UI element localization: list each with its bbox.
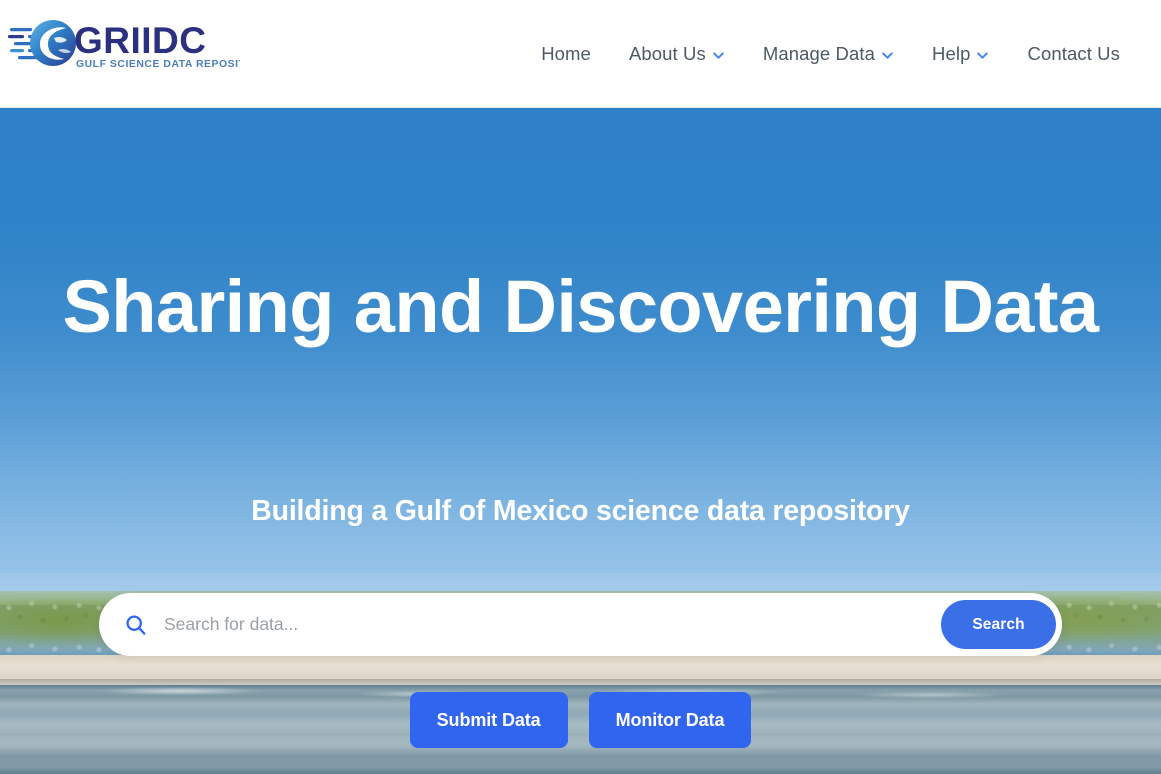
site-header: GRIIDC GULF SCIENCE DATA REPOSITORY Home… [0, 0, 1161, 108]
nav-label: Help [932, 43, 971, 64]
search-input[interactable] [148, 614, 941, 635]
nav-item-contact-us[interactable]: Contact Us [1008, 35, 1139, 73]
nav-label: Home [541, 43, 591, 64]
chevron-down-icon [881, 49, 894, 62]
search-button[interactable]: Search [941, 600, 1056, 649]
griidc-globe-logo: GRIIDC GULF SCIENCE DATA REPOSITORY [8, 20, 240, 70]
chevron-down-icon [976, 49, 989, 62]
site-logo[interactable]: GRIIDC GULF SCIENCE DATA REPOSITORY [8, 12, 240, 74]
nav-item-help[interactable]: Help [913, 35, 1008, 73]
hero-action-buttons: Submit Data Monitor Data [0, 692, 1161, 748]
main-navigation: Home About Us Manage Data Help Contact U… [522, 0, 1139, 108]
hero-subtitle: Building a Gulf of Mexico science data r… [251, 495, 910, 527]
search-bar: Search [99, 593, 1062, 656]
hero-title: Sharing and Discovering Data [62, 265, 1100, 348]
hero-banner: Sharing and Discovering Data Building a … [0, 108, 1161, 774]
nav-label: About Us [628, 43, 706, 64]
svg-text:GULF SCIENCE DATA REPOSITORY: GULF SCIENCE DATA REPOSITORY [76, 59, 240, 70]
nav-label: Contact Us [1027, 43, 1120, 64]
nav-label: Manage Data [762, 43, 876, 64]
hero-content: Sharing and Discovering Data Building a … [0, 108, 1161, 774]
nav-item-home[interactable]: Home [522, 35, 610, 73]
submit-data-button[interactable]: Submit Data [409, 692, 568, 748]
svg-text:GRIIDC: GRIIDC [74, 20, 207, 61]
monitor-data-button[interactable]: Monitor Data [588, 692, 752, 748]
chevron-down-icon [712, 49, 725, 62]
search-icon[interactable] [124, 613, 148, 637]
nav-item-manage-data[interactable]: Manage Data [744, 35, 913, 73]
nav-item-about-us[interactable]: About Us [610, 35, 744, 73]
